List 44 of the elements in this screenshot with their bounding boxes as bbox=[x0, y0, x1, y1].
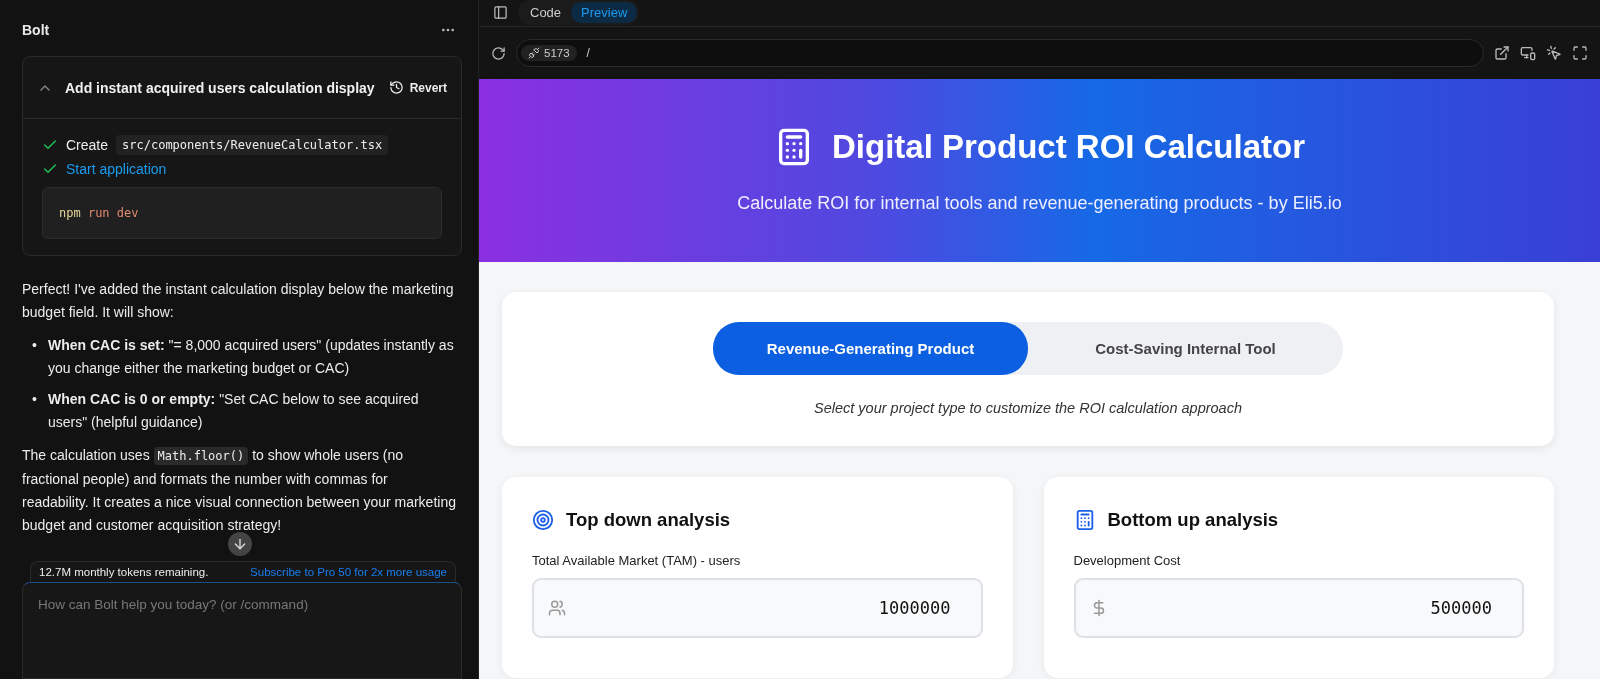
field-label: Development Cost bbox=[1073, 553, 1182, 568]
bullet-item: When CAC is set: "= 8,000 acquired users" (updates instantly as you change either the marketing budget or CAC) bbox=[48, 336, 455, 378]
project-type-caption: Select your project type to customize the ROI calculation approach bbox=[814, 400, 1242, 416]
number-input[interactable]: 500000 bbox=[1107, 597, 1494, 619]
port-badge[interactable]: 5173 bbox=[521, 45, 577, 61]
number-field[interactable]: 500000 bbox=[1073, 578, 1524, 638]
project-type-option[interactable]: Cost-Saving Internal Tool bbox=[1028, 322, 1343, 375]
page-subtitle: Calculate ROI for internal tools and revenue-generating products - by Eli5.io bbox=[737, 193, 1342, 214]
url-path: / bbox=[586, 46, 590, 60]
pointer-click-icon[interactable] bbox=[1546, 45, 1562, 61]
fullscreen-icon[interactable] bbox=[1572, 45, 1588, 61]
address-bar[interactable]: 5173 / bbox=[516, 39, 1484, 67]
devices-icon[interactable] bbox=[1520, 45, 1536, 61]
card-title: Bottom up analysis bbox=[1107, 509, 1279, 531]
prompt-field[interactable]: How can Bolt help you today? (or /command) bbox=[22, 582, 462, 679]
users-icon bbox=[548, 599, 566, 617]
project-type-option[interactable]: Revenue-Generating Product bbox=[713, 322, 1028, 375]
number-input[interactable]: 1000000 bbox=[566, 597, 953, 619]
view-tab[interactable]: Code bbox=[520, 2, 572, 23]
sidebar-toggle-icon[interactable] bbox=[493, 5, 508, 20]
view-tab[interactable]: Preview bbox=[571, 2, 638, 23]
step-label: Create bbox=[66, 137, 109, 153]
number-field[interactable]: 1000000 bbox=[532, 578, 983, 638]
upgrade-link[interactable]: Subscribe to Pro 50 for 2x more usage bbox=[250, 566, 447, 578]
panel-title: Bolt bbox=[22, 22, 50, 38]
bullet-marker: • bbox=[32, 390, 38, 409]
step-link[interactable]: Start application bbox=[66, 161, 167, 177]
file-path: src/components/RevenueCalculator.tsx bbox=[116, 135, 389, 155]
bullet-marker: • bbox=[32, 336, 38, 355]
message-paragraph: Perfect! I've added the instant calculation display below the marketing budget field. It will show: bbox=[22, 280, 455, 322]
command-block: npm run dev bbox=[42, 187, 442, 239]
card-title: Top down analysis bbox=[566, 509, 731, 531]
token-count: 12.7M monthly tokens remaining. bbox=[39, 566, 209, 578]
message-paragraph: The calculation uses Math.floor() to show whole users (no fractional people) and formats the number with commas for readability. It creates a nice visual connection between your marketing budget and customer acquisition strategy! bbox=[22, 446, 456, 535]
reload-icon[interactable] bbox=[491, 45, 506, 61]
field-label: Total Available Market (TAM) - users bbox=[532, 553, 742, 568]
bullet-item: When CAC is 0 or empty: "Set CAC below to see acquired users" (helpful guidance) bbox=[48, 390, 420, 432]
target-icon bbox=[532, 509, 554, 531]
scroll-down-button[interactable] bbox=[228, 532, 252, 556]
revert-button[interactable]: Revert bbox=[388, 80, 447, 95]
external-link-icon[interactable] bbox=[1494, 45, 1510, 61]
page-title: Digital Product ROI Calculator bbox=[831, 128, 1306, 166]
action-title: Add instant acquired users calculation display bbox=[65, 79, 376, 96]
history-icon bbox=[388, 80, 404, 95]
